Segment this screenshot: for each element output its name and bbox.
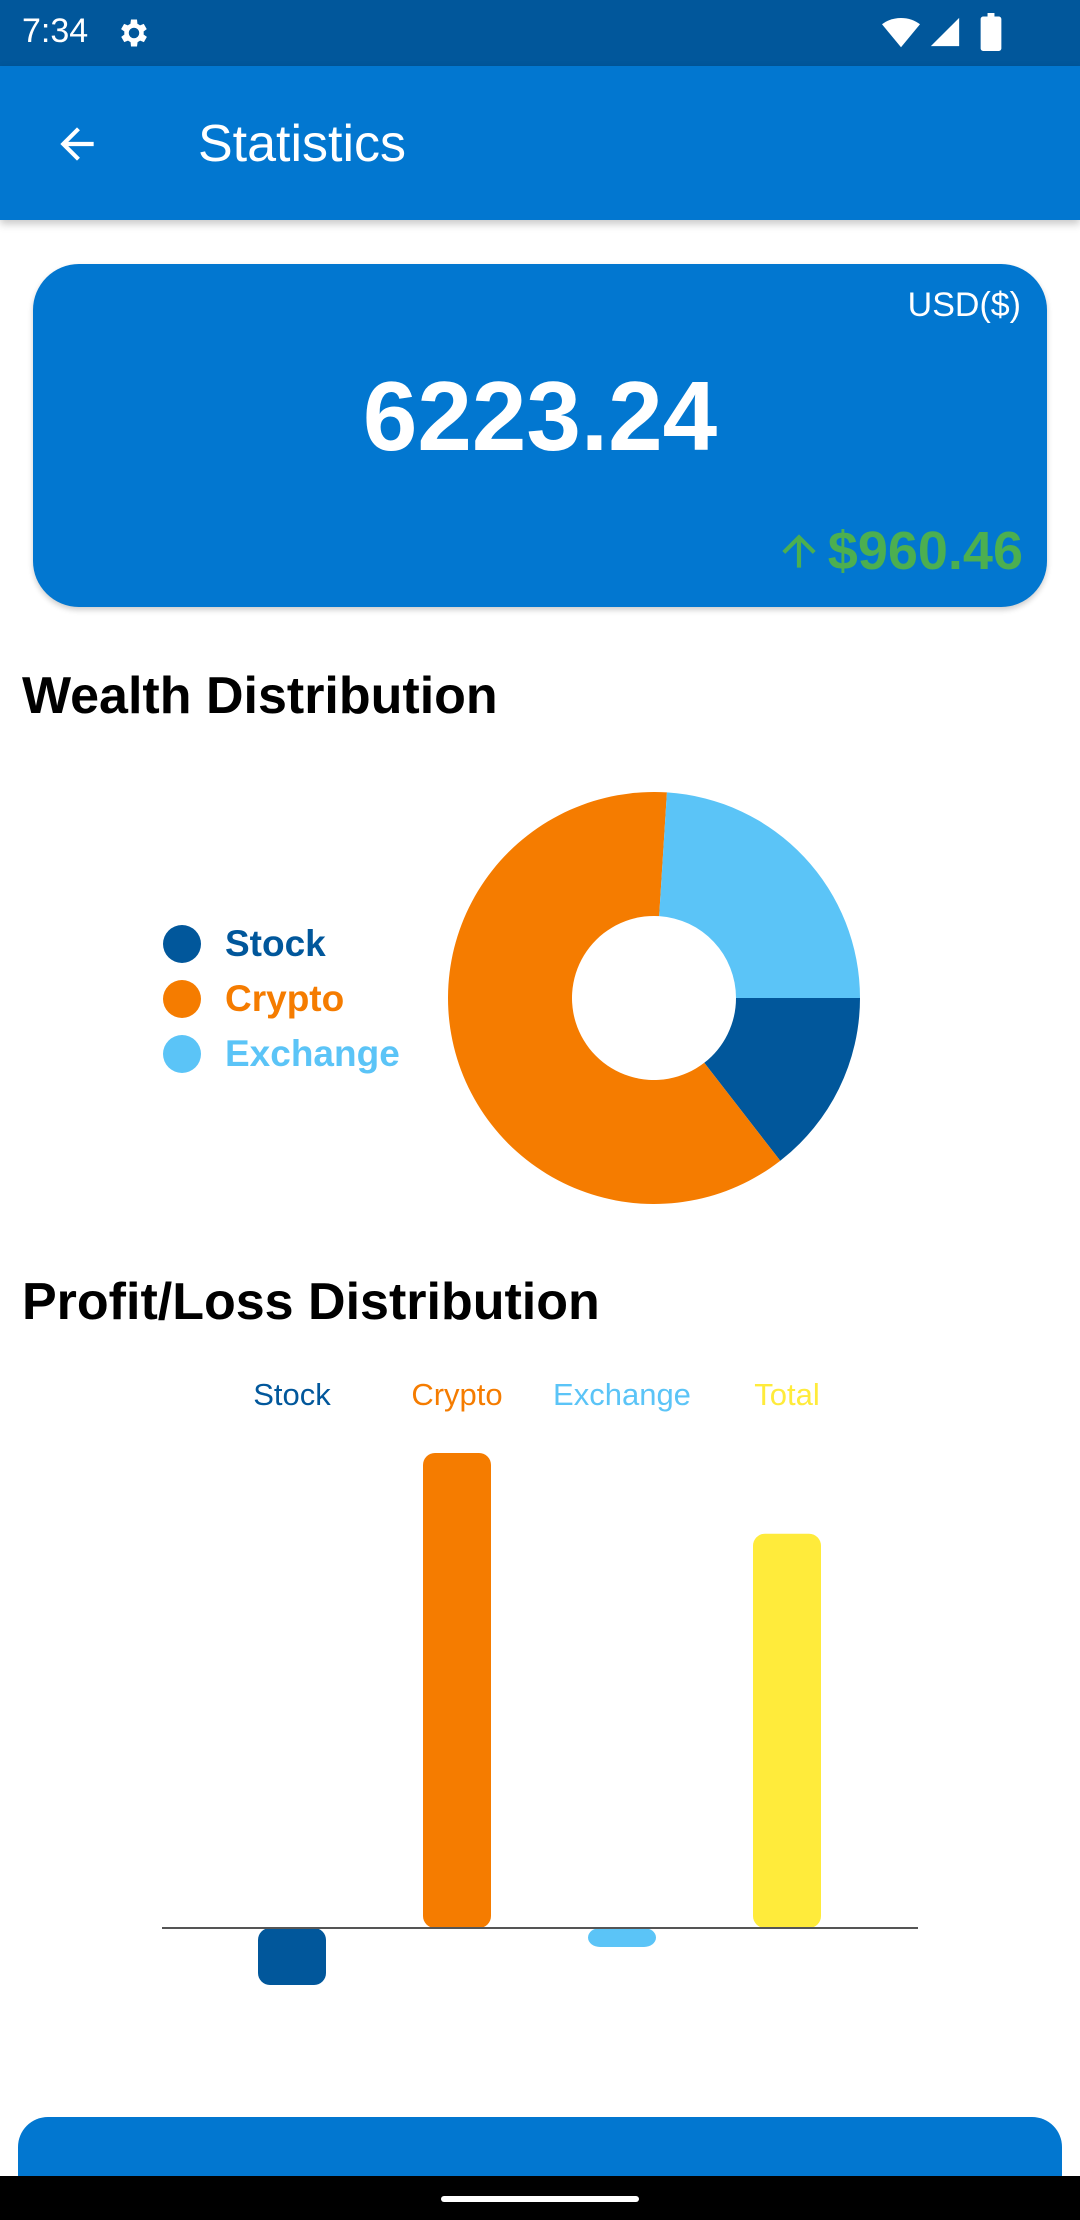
pie-slice-exchange bbox=[659, 792, 860, 998]
wifi-icon bbox=[882, 17, 920, 48]
arrow-left-icon bbox=[60, 127, 94, 161]
bar-legend-crypto: Crypto bbox=[411, 1377, 502, 1412]
legend-label: Exchange bbox=[225, 1032, 400, 1074]
wealth-distribution-title: Wealth Distribution bbox=[22, 667, 498, 725]
status-time: 7:34 bbox=[22, 12, 89, 50]
home-indicator[interactable] bbox=[441, 2196, 639, 2202]
currency-label[interactable]: USD($) bbox=[908, 286, 1021, 325]
bar-legend-exchange: Exchange bbox=[553, 1377, 691, 1412]
change-value: $960.46 bbox=[827, 521, 1023, 581]
legend-dot-stock bbox=[163, 924, 201, 963]
bar-total bbox=[753, 1533, 821, 1928]
gear-icon bbox=[121, 19, 147, 47]
bar-exchange bbox=[588, 1928, 656, 1947]
legend-dot-crypto bbox=[163, 979, 201, 1018]
back-button[interactable] bbox=[42, 116, 112, 172]
bar-stock bbox=[258, 1928, 326, 1985]
balance-card: USD($) 6223.24 $960.46 bbox=[33, 264, 1047, 607]
wealth-donut-chart bbox=[448, 792, 860, 1204]
legend-item-crypto: Crypto bbox=[163, 971, 400, 1026]
legend-label: Stock bbox=[225, 922, 326, 964]
status-bar: 7:34 bbox=[0, 0, 1080, 66]
signal-icon bbox=[930, 17, 960, 47]
app-bar: Statistics bbox=[0, 66, 1080, 220]
arrow-up-icon bbox=[782, 534, 816, 568]
balance-value: 6223.24 bbox=[362, 361, 718, 471]
bar-legend-total: Total bbox=[754, 1377, 819, 1412]
legend-label: Crypto bbox=[225, 977, 345, 1019]
legend-dot-exchange bbox=[163, 1034, 201, 1073]
balance-change: $960.46 bbox=[774, 520, 1023, 582]
legend-item-exchange: Exchange bbox=[163, 1026, 400, 1081]
profit-loss-bar-chart: Stock Crypto Exchange Total bbox=[162, 1377, 918, 1985]
profit-loss-distribution-title: Profit/Loss Distribution bbox=[22, 1273, 600, 1331]
bar-crypto bbox=[423, 1453, 491, 1928]
page-title: Statistics bbox=[198, 115, 407, 173]
battery-icon bbox=[980, 13, 1002, 51]
navigation-bar bbox=[0, 2176, 1080, 2220]
bar-legend-stock: Stock bbox=[253, 1377, 331, 1412]
pie-legend: Stock Crypto Exchange bbox=[163, 916, 400, 1081]
legend-item-stock: Stock bbox=[163, 916, 400, 971]
